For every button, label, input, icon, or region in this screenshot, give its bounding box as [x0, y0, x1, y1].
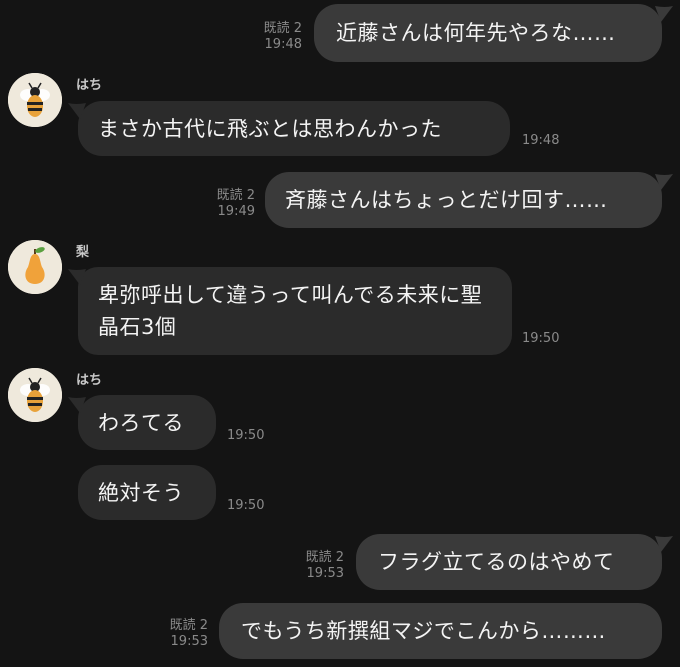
bee-icon: [8, 368, 62, 422]
message-time: 19:50: [522, 331, 560, 346]
sender-name: 梨: [76, 245, 90, 260]
message-meta: 既読 2 19:48: [250, 21, 302, 53]
message-meta: 19:50: [522, 331, 559, 347]
bee-icon: [8, 73, 62, 127]
message-text: でもうち新撰組マジでこんから………: [241, 619, 606, 643]
bubble-tail: [655, 6, 673, 22]
read-receipt: 既読 2: [305, 550, 344, 565]
message-time: 19:48: [264, 37, 302, 52]
message-time: 19:50: [227, 498, 265, 513]
message-meta: 既読 2 19:53: [156, 618, 208, 650]
message-meta: 既読 2 19:53: [292, 550, 344, 582]
message-bubble-incoming[interactable]: まさか古代に飛ぶとは思わんかった: [78, 101, 510, 156]
message-meta: 19:50: [227, 498, 264, 514]
message-text: 斉藤さんはちょっとだけ回す……: [285, 188, 608, 212]
read-receipt: 既読 2: [169, 618, 208, 633]
avatar[interactable]: [8, 73, 62, 127]
message-bubble-incoming[interactable]: わろてる: [78, 395, 216, 450]
message-text: 近藤さんは何年先やろな……: [336, 21, 616, 45]
message-text: 卑弥呼出して違うって叫んでる未来に聖晶石3個: [98, 283, 483, 339]
message-bubble-outgoing[interactable]: でもうち新撰組マジでこんから………: [219, 603, 662, 659]
message-meta: 既読 2 19:49: [203, 188, 255, 220]
message-bubble-outgoing[interactable]: 近藤さんは何年先やろな……: [314, 4, 662, 62]
message-time: 19:53: [170, 634, 208, 649]
message-text: まさか古代に飛ぶとは思わんかった: [98, 117, 442, 141]
bubble-tail: [68, 397, 86, 413]
message-meta: 19:48: [522, 133, 559, 149]
message-time: 19:48: [522, 133, 560, 148]
sender-name: はち: [76, 78, 103, 93]
message-time: 19:50: [227, 428, 265, 443]
message-bubble-incoming[interactable]: 卑弥呼出して違うって叫んでる未来に聖晶石3個: [78, 267, 512, 355]
message-bubble-incoming[interactable]: 絶対そう: [78, 465, 216, 520]
message-meta: 19:50: [227, 428, 264, 444]
message-text: わろてる: [98, 411, 184, 435]
bubble-tail: [655, 536, 673, 552]
avatar[interactable]: [8, 368, 62, 422]
bubble-tail: [655, 174, 673, 190]
message-bubble-outgoing[interactable]: 斉藤さんはちょっとだけ回す……: [265, 172, 662, 228]
message-time: 19:49: [217, 204, 255, 219]
chat-view: 既読 2 19:48 近藤さんは何年先やろな…… はち まさか古代に飛ぶとは思わ…: [0, 0, 680, 667]
message-text: 絶対そう: [98, 481, 184, 505]
read-receipt: 既読 2: [263, 21, 302, 36]
bubble-tail: [68, 269, 86, 285]
message-text: フラグ立てるのはやめて: [378, 550, 615, 574]
message-time: 19:53: [306, 566, 344, 581]
read-receipt: 既読 2: [216, 188, 255, 203]
sender-name: はち: [76, 373, 103, 388]
message-bubble-outgoing[interactable]: フラグ立てるのはやめて: [356, 534, 662, 590]
bubble-tail: [68, 103, 86, 119]
pear-icon: [8, 240, 62, 294]
avatar[interactable]: [8, 240, 62, 294]
